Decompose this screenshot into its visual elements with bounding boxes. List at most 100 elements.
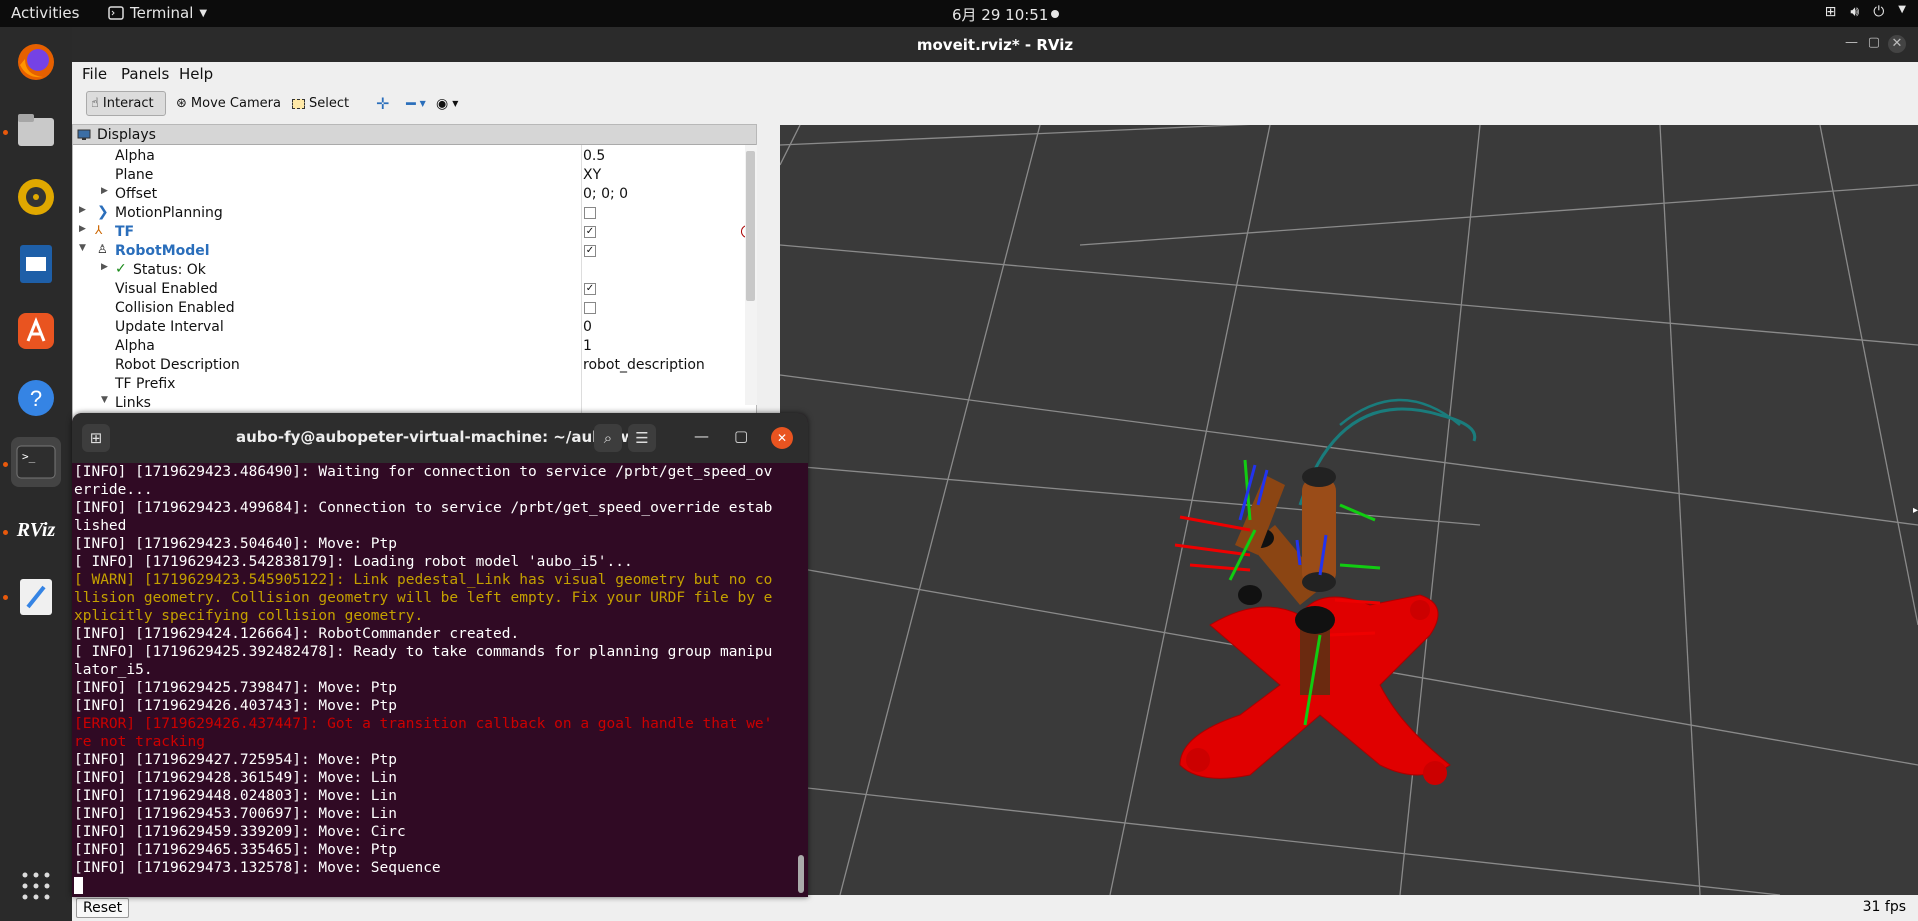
expand-arrow-icon[interactable]: ▼ bbox=[101, 395, 108, 405]
app-name: Terminal bbox=[130, 4, 194, 22]
property-row[interactable]: TF Prefix bbox=[73, 375, 745, 394]
add-tool-button[interactable]: ✛ bbox=[372, 91, 393, 116]
scroll-thumb[interactable] bbox=[746, 151, 755, 301]
menu-bar: File Panels Help bbox=[72, 62, 1918, 86]
terminal-line: [INFO] [1719629448.024803]: Move: Lin bbox=[74, 788, 398, 804]
property-row[interactable]: Plane XY bbox=[73, 166, 745, 185]
terminal-icon bbox=[108, 6, 124, 20]
property-value[interactable]: 0 bbox=[583, 319, 592, 335]
system-tray[interactable]: ⊞ 🔊︎ ⏻ ▼ bbox=[1825, 4, 1906, 20]
property-row[interactable]: Robot Description robot_description bbox=[73, 356, 745, 375]
property-row[interactable]: ▼ Links bbox=[73, 394, 745, 413]
display-robotmodel[interactable]: ▼ ♙ RobotModel ✓ bbox=[73, 242, 745, 261]
property-value[interactable]: 0.5 bbox=[583, 148, 605, 164]
terminal-line: [ERROR] [1719629426.437447]: Got a trans… bbox=[74, 716, 773, 732]
app-center-icon[interactable] bbox=[11, 306, 61, 356]
rhythmbox-icon[interactable] bbox=[11, 172, 61, 222]
app-menu[interactable]: Terminal ▼ bbox=[108, 4, 207, 22]
terminal-line: erride... bbox=[74, 482, 153, 498]
menu-file[interactable]: File bbox=[82, 65, 107, 83]
libreoffice-impress-icon[interactable] bbox=[11, 239, 61, 289]
displays-scrollbar[interactable] bbox=[745, 145, 757, 405]
enable-checkbox[interactable] bbox=[584, 302, 596, 314]
files-icon[interactable] bbox=[11, 105, 61, 155]
property-name: Offset bbox=[115, 186, 158, 202]
property-value[interactable]: XY bbox=[583, 167, 601, 183]
expand-arrow-icon[interactable]: ▶ bbox=[101, 262, 108, 272]
enable-checkbox[interactable]: ✓ bbox=[584, 245, 596, 257]
property-value[interactable]: 1 bbox=[583, 338, 592, 354]
activities-button[interactable]: Activities bbox=[11, 4, 79, 22]
property-row[interactable]: Collision Enabled bbox=[73, 299, 745, 318]
property-row[interactable]: ▶ Offset 0; 0; 0 bbox=[73, 185, 745, 204]
close-button[interactable]: ✕ bbox=[1888, 35, 1906, 53]
expand-arrow-icon[interactable]: ▶ bbox=[79, 205, 86, 215]
scene-canvas[interactable] bbox=[780, 125, 1918, 895]
terminal-line: lator_i5. bbox=[74, 662, 153, 678]
display-motionplanning[interactable]: ▶ ❯ MotionPlanning bbox=[73, 204, 745, 223]
enable-checkbox[interactable]: ✓ bbox=[584, 283, 596, 295]
minimize-button[interactable]: — bbox=[694, 427, 709, 445]
new-tab-button[interactable]: ⊞ bbox=[82, 424, 110, 452]
reset-button[interactable]: Reset bbox=[76, 898, 130, 918]
svg-text:?: ? bbox=[30, 386, 42, 411]
show-apps-icon[interactable] bbox=[11, 861, 61, 911]
fps-counter: 31 fps bbox=[1862, 899, 1906, 915]
view-tool-button[interactable]: ◉ ▼ bbox=[432, 91, 462, 116]
terminal-output[interactable]: [INFO] [1719629423.486490]: Waiting for … bbox=[74, 463, 798, 877]
terminal-line: [INFO] [1719629424.126664]: RobotCommand… bbox=[74, 626, 520, 642]
enable-checkbox[interactable]: ✓ bbox=[584, 226, 596, 238]
enable-checkbox[interactable] bbox=[584, 207, 596, 219]
rviz-icon[interactable]: RViz bbox=[11, 505, 61, 555]
property-name: Alpha bbox=[115, 338, 155, 354]
display-tf[interactable]: ▶ ⅄ TF ✓ bbox=[73, 223, 745, 242]
property-row[interactable]: Alpha 0.5 bbox=[73, 147, 745, 166]
panel-collapse-arrow[interactable]: ▸ bbox=[1913, 505, 1918, 516]
close-button[interactable]: ✕ bbox=[771, 427, 793, 449]
minimize-button[interactable]: — bbox=[1845, 35, 1858, 50]
running-indicator bbox=[3, 462, 8, 467]
maximize-button[interactable]: ▢ bbox=[1868, 35, 1880, 50]
menu-panels[interactable]: Panels bbox=[121, 65, 169, 83]
move-camera-tool-button[interactable]: ⊛ Move Camera bbox=[172, 91, 285, 116]
status-row[interactable]: ▶ ✓ Status: Ok bbox=[73, 261, 745, 280]
chevron-down-icon: ▼ bbox=[452, 99, 459, 108]
window-title: moveit.rviz* - RViz bbox=[916, 36, 1074, 54]
select-tool-button[interactable]: Select bbox=[288, 91, 353, 116]
base-bolt bbox=[1410, 600, 1430, 620]
property-value[interactable]: 0; 0; 0 bbox=[583, 186, 628, 202]
maximize-button[interactable]: ▢ bbox=[734, 427, 748, 445]
terminal-line: [INFO] [1719629425.739847]: Move: Ptp bbox=[74, 680, 398, 696]
property-value[interactable]: robot_description bbox=[583, 357, 705, 373]
terminal-scrollbar[interactable] bbox=[798, 855, 804, 893]
displays-title: Displays bbox=[97, 126, 156, 143]
3d-viewport[interactable]: ▸ bbox=[780, 125, 1918, 895]
expand-arrow-icon[interactable]: ▶ bbox=[101, 186, 108, 196]
terminal-window[interactable]: ⊞ aubo-fy@aubopeter-virtual-machine: ~/a… bbox=[72, 413, 808, 897]
help-icon[interactable]: ? bbox=[11, 373, 61, 423]
terminal-titlebar[interactable]: ⊞ aubo-fy@aubopeter-virtual-machine: ~/a… bbox=[72, 413, 808, 463]
terminal-line: re not tracking bbox=[74, 734, 205, 750]
terminal-icon[interactable]: >_ bbox=[11, 437, 61, 487]
property-row[interactable]: Visual Enabled ✓ bbox=[73, 280, 745, 299]
expand-arrow-icon[interactable]: ▼ bbox=[79, 243, 86, 253]
rviz-titlebar[interactable]: moveit.rviz* - RViz — ▢ ✕ bbox=[72, 27, 1918, 62]
remove-tool-button[interactable]: ━ ▼ bbox=[402, 91, 430, 116]
terminal-line: [INFO] [1719629427.725954]: Move: Ptp bbox=[74, 752, 398, 768]
property-row[interactable]: Update Interval 0 bbox=[73, 318, 745, 337]
firefox-icon[interactable] bbox=[11, 37, 61, 87]
new-tab-icon: ⊞ bbox=[89, 429, 103, 447]
property-name: Alpha bbox=[115, 148, 155, 164]
camera-icon: ⊛ bbox=[176, 96, 187, 111]
clock[interactable]: 6月 29 10:51 bbox=[952, 4, 1048, 25]
text-editor-icon[interactable] bbox=[11, 572, 61, 622]
menu-button[interactable]: ☰ bbox=[628, 424, 656, 452]
menu-help[interactable]: Help bbox=[179, 65, 213, 83]
expand-arrow-icon[interactable]: ▶ bbox=[79, 224, 86, 234]
terminal-line: [INFO] [1719629423.486490]: Waiting for … bbox=[74, 464, 773, 480]
property-row[interactable]: Alpha 1 bbox=[73, 337, 745, 356]
notification-dot bbox=[1051, 10, 1059, 18]
interact-tool-button[interactable]: ☝ Interact bbox=[86, 91, 166, 116]
interact-label: Interact bbox=[102, 96, 154, 111]
search-button[interactable]: ⌕ bbox=[594, 424, 622, 452]
